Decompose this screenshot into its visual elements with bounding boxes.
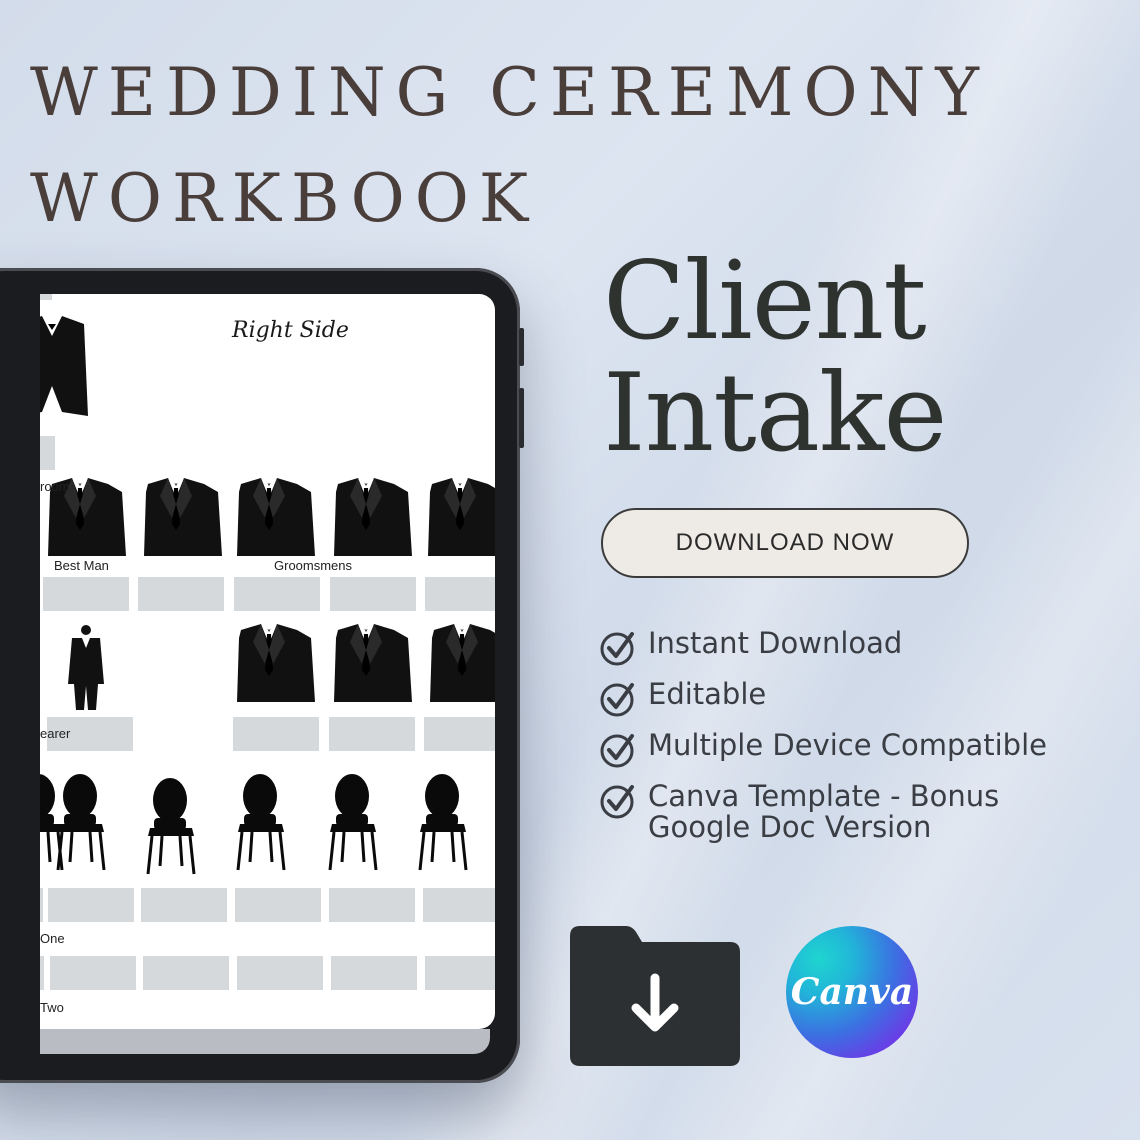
groom-label: room — [40, 479, 70, 494]
name-field[interactable] — [50, 956, 136, 990]
name-field[interactable] — [141, 888, 227, 922]
product-title-line-2: Intake — [603, 351, 947, 476]
canva-logo-text: Canva — [790, 971, 914, 1013]
name-field[interactable] — [330, 577, 416, 611]
feature-item: Multiple Device Compatible — [600, 730, 1047, 768]
product-title-line-1: Client — [603, 239, 927, 364]
folder-download-icon — [570, 926, 740, 1066]
name-field[interactable] — [331, 956, 417, 990]
headline-line-2: WORKBOOK — [30, 160, 539, 237]
name-field[interactable] — [425, 577, 495, 611]
feature-item: Editable — [600, 679, 766, 717]
feature-item: Instant Download — [600, 628, 902, 666]
name-field[interactable] — [234, 577, 320, 611]
feature-label: Editable — [648, 677, 767, 711]
name-field[interactable] — [237, 956, 323, 990]
check-circle-icon — [600, 734, 634, 768]
name-field[interactable] — [233, 717, 319, 751]
feature-label: Canva Template - Bonus Google Doc Versio… — [648, 779, 1000, 844]
row-one-label: One — [40, 931, 65, 946]
screen-heading: Right Side — [232, 318, 349, 343]
row-two-label: Two — [40, 1000, 64, 1015]
ring-bearer-label: earer — [40, 726, 71, 741]
name-field[interactable] — [424, 717, 495, 751]
screen-bottom-bar — [40, 1029, 490, 1054]
tablet-side-button — [519, 328, 524, 366]
name-field[interactable] — [329, 888, 415, 922]
headline-line-1: WEDDING CEREMONY — [30, 54, 989, 131]
name-field[interactable] — [138, 577, 224, 611]
feature-item: Canva Template - Bonus Google Doc Versio… — [600, 781, 999, 843]
canva-logo: Canva — [786, 926, 918, 1058]
name-field[interactable] — [40, 888, 43, 922]
name-field[interactable] — [43, 577, 129, 611]
name-field[interactable] — [143, 956, 229, 990]
check-circle-icon — [600, 632, 634, 666]
check-circle-icon — [600, 785, 634, 819]
best-man-label: Best Man — [54, 558, 109, 573]
check-circle-icon — [600, 683, 634, 717]
groomsmens-label: Groomsmens — [274, 558, 353, 573]
download-now-button[interactable]: DOWNLOAD NOW — [601, 508, 969, 578]
name-field[interactable] — [425, 956, 495, 990]
tablet-side-button — [519, 388, 524, 448]
name-field[interactable] — [40, 956, 44, 990]
tablet-screen: Right Side room Best Man Groomsmens eare… — [40, 294, 495, 1029]
name-field[interactable] — [48, 888, 134, 922]
name-field[interactable] — [329, 717, 415, 751]
feature-label: Instant Download — [648, 626, 903, 660]
name-field[interactable] — [40, 436, 55, 470]
feature-label: Multiple Device Compatible — [648, 728, 1047, 762]
name-field[interactable] — [423, 888, 495, 922]
name-field[interactable] — [235, 888, 321, 922]
